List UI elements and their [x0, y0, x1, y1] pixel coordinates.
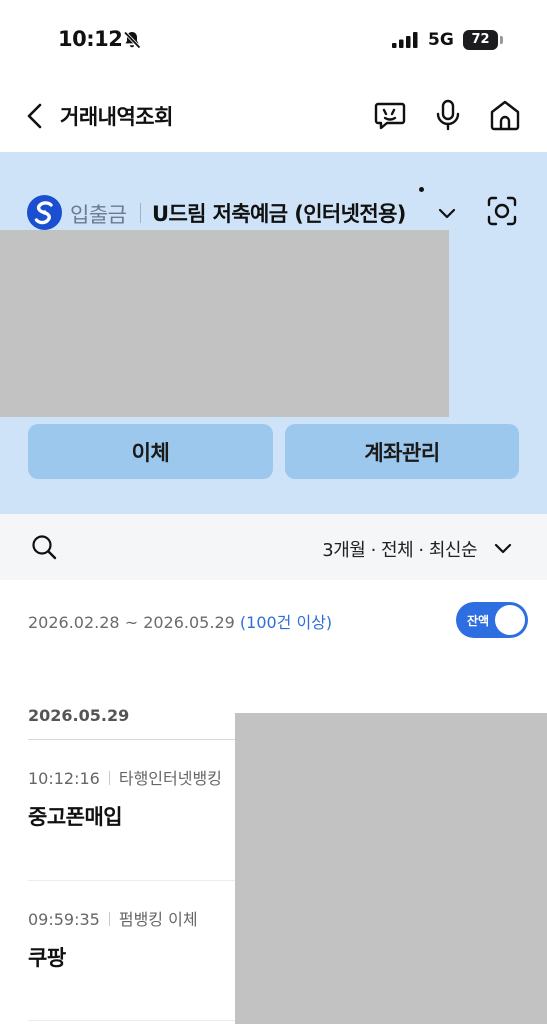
status-time: 10:12	[58, 27, 123, 51]
transaction-item[interactable]: 10:12:16 타행인터넷뱅킹 중고폰매입	[28, 765, 268, 831]
transaction-channel: 펌뱅킹 이체	[118, 910, 198, 929]
balance-toggle[interactable]: 잔액	[456, 602, 528, 638]
account-separator	[140, 203, 141, 223]
transaction-item[interactable]: 09:59:35 펌뱅킹 이체 쿠팡	[28, 906, 268, 972]
network-type: 5G	[428, 30, 454, 50]
battery-indicator: 72	[463, 30, 503, 50]
account-name[interactable]: U드림 저축예금 (인터넷전용)	[152, 198, 406, 228]
transfer-button[interactable]: 이체	[28, 424, 273, 479]
microphone-icon[interactable]	[431, 98, 465, 132]
bank-logo-icon	[27, 195, 62, 230]
transaction-meta: 09:59:35 펌뱅킹 이체	[28, 906, 268, 930]
date-range-row: 2026.02.28 ~ 2026.05.29 (100건 이상) 잔액	[0, 580, 547, 660]
transaction-time: 09:59:35	[28, 910, 100, 929]
signal-icon	[392, 32, 418, 48]
app-header: 거래내역조회	[0, 80, 547, 152]
balance-toggle-label: 잔액	[467, 614, 490, 628]
notification-dot	[419, 187, 424, 192]
transaction-meta: 10:12:16 타행인터넷뱅킹	[28, 765, 268, 789]
battery-tip	[500, 36, 503, 44]
account-card: 입출금 U드림 저축예금 (인터넷전용) 이체 계좌관리	[0, 152, 547, 514]
redacted-amount-area	[235, 713, 547, 1024]
transaction-name: 쿠팡	[28, 946, 66, 970]
filter-summary[interactable]: 3개월 · 전체 · 최신순	[322, 536, 477, 562]
bell-off-icon	[123, 31, 141, 49]
transaction-time: 10:12:16	[28, 769, 100, 788]
date-divider	[28, 739, 238, 740]
filter-chevron-down-icon[interactable]	[491, 536, 515, 560]
result-count: (100건 이상)	[239, 613, 333, 632]
meta-separator	[108, 771, 110, 785]
page-title: 거래내역조회	[60, 105, 173, 129]
list-date-header: 2026.05.29	[28, 706, 130, 725]
account-manage-button[interactable]: 계좌관리	[285, 424, 519, 479]
account-type: 입출금	[70, 203, 127, 227]
redacted-balance-area	[0, 230, 449, 417]
date-range-dates: 2026.02.28 ~ 2026.05.29	[28, 613, 235, 632]
toggle-knob	[495, 605, 525, 635]
transaction-channel: 타행인터넷뱅킹	[118, 769, 222, 788]
transaction-divider	[28, 1020, 238, 1021]
chatbot-icon[interactable]	[373, 98, 407, 132]
transaction-divider	[28, 880, 238, 881]
status-bar: 10:12 5G 72	[0, 0, 547, 80]
battery-level: 72	[463, 30, 498, 50]
home-icon[interactable]	[488, 98, 522, 132]
chevron-down-icon[interactable]	[436, 202, 458, 224]
date-range: 2026.02.28 ~ 2026.05.29 (100건 이상)	[28, 609, 332, 633]
transaction-name: 중고폰매입	[28, 805, 123, 829]
filter-bar: 3개월 · 전체 · 최신순	[0, 514, 547, 580]
search-icon[interactable]	[30, 533, 58, 561]
back-chevron-icon[interactable]	[22, 100, 50, 132]
scan-icon[interactable]	[485, 194, 519, 228]
meta-separator	[108, 912, 110, 926]
